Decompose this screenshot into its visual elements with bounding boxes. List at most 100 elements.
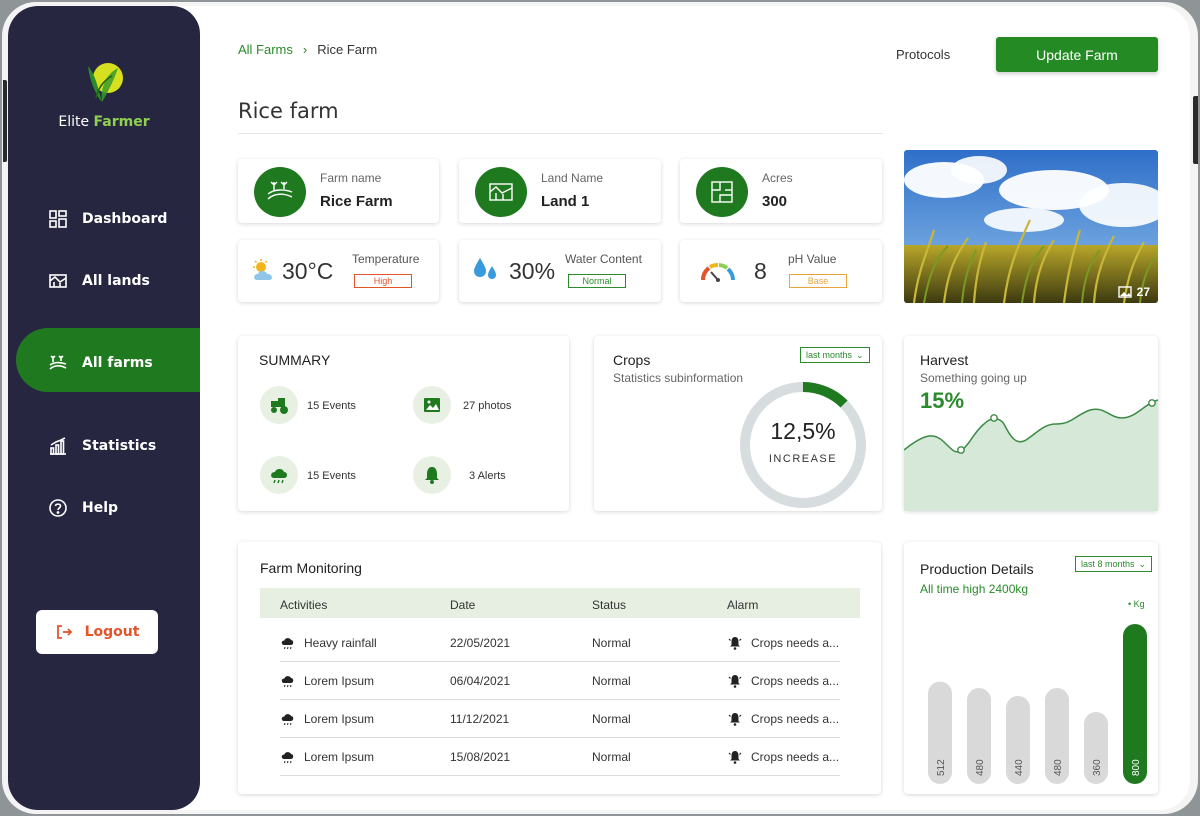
acres-label: Acres	[762, 171, 793, 185]
alarm-bell-icon	[728, 637, 742, 650]
date-cell: 06/04/2021	[450, 674, 511, 688]
bar-value-label: 512	[936, 759, 947, 776]
production-bar-chart: 512 480 440 480 360 800	[928, 624, 1147, 784]
farm-monitoring-title: Farm Monitoring	[260, 560, 362, 576]
lands-icon	[49, 274, 67, 288]
production-period-value: last 8 months	[1081, 559, 1135, 569]
land-name-card: Land Name Land 1	[459, 159, 661, 223]
sidebar-item-label: All lands	[82, 273, 150, 289]
table-header	[260, 588, 860, 618]
device-side-button	[1193, 96, 1198, 164]
bar-value-label: 360	[1092, 759, 1103, 776]
breadcrumb-current: Rice Farm	[317, 42, 378, 57]
active-curve-top	[158, 292, 200, 332]
water-content-value: 30%	[509, 258, 556, 284]
crops-period-dropdown[interactable]: last months ⌄	[800, 347, 870, 363]
logout-button[interactable]: Logout	[36, 610, 158, 654]
summary-events-text-2: 15 Events	[307, 470, 356, 482]
floor-plan-icon	[696, 167, 748, 217]
brand-name-part1: Elite	[58, 114, 90, 130]
bar-value-label: 480	[975, 759, 986, 776]
alarm-cell: Crops needs a...	[751, 712, 840, 726]
farm-name-label: Farm name	[320, 171, 382, 185]
chevron-down-icon: ⌄	[1138, 558, 1147, 569]
chevron-down-icon: ⌄	[856, 349, 864, 360]
date-cell: 22/05/2021	[450, 636, 511, 650]
alarm-bell-icon	[728, 675, 742, 688]
statistics-icon	[50, 437, 66, 455]
crops-subtitle: Statistics subinformation	[613, 371, 744, 385]
farm-field-icon	[254, 167, 306, 217]
alarm-bell-icon	[728, 713, 742, 726]
sidebar-item-statistics[interactable]: Statistics	[48, 431, 156, 461]
crops-increase-value: 12,5%	[770, 418, 836, 444]
farm-name-card: Farm name Rice Farm	[238, 159, 439, 223]
gallery-icon	[1117, 286, 1132, 298]
date-cell: 15/08/2021	[450, 750, 511, 764]
summary-title: SUMMARY	[259, 352, 331, 368]
rain-cloud-icon	[281, 714, 294, 726]
production-legend: • Kg	[1128, 599, 1145, 609]
activity-cell: Lorem Ipsum	[304, 750, 375, 764]
water-content-card: 30% Water Content Normal	[459, 240, 661, 302]
table-row[interactable]: Heavy rainfall 22/05/2021 Normal Crops n…	[280, 624, 840, 662]
harvest-area-chart	[904, 399, 1158, 511]
status-cell: Normal	[592, 712, 631, 726]
production-title: Production Details	[920, 561, 1034, 577]
water-content-status-badge: Normal	[568, 274, 626, 288]
harvest-point	[990, 414, 998, 422]
land-plot-icon	[475, 167, 527, 217]
title-divider	[238, 133, 883, 134]
production-period-dropdown[interactable]: last 8 months ⌄	[1075, 556, 1153, 572]
crops-card: Crops Statistics subinformation last mon…	[594, 336, 882, 511]
table-row[interactable]: Lorem Ipsum 06/04/2021 Normal Crops need…	[280, 662, 840, 700]
table-row[interactable]: Lorem Ipsum 15/08/2021 Normal Crops need…	[280, 738, 840, 776]
crops-increase-label: INCREASE	[768, 453, 838, 465]
sidebar-item-dashboard[interactable]: Dashboard	[48, 204, 167, 234]
harvest-point	[1148, 399, 1156, 407]
dashboard-icon	[49, 210, 67, 228]
breadcrumb: All Farms › Rice Farm	[238, 42, 377, 57]
sidebar-item-all-farms[interactable]: All farms	[48, 348, 153, 378]
farm-photo[interactable]: 27	[904, 150, 1158, 303]
device-frame: Elite Farmer Dashboard All lands All far…	[2, 2, 1198, 814]
photo-count: 27	[1117, 285, 1150, 299]
crops-progress-ring	[740, 382, 866, 508]
status-cell: Normal	[592, 674, 631, 688]
bell-icon	[413, 456, 451, 494]
chevron-right-icon: ›	[302, 42, 308, 57]
farm-monitoring-card: Farm Monitoring Activities Date Status A…	[238, 542, 881, 794]
alarm-cell: Crops needs a...	[751, 750, 840, 764]
logout-label: Logout	[84, 624, 140, 640]
page-title: Rice farm	[238, 99, 339, 123]
land-name-value: Land 1	[541, 193, 590, 210]
sidebar-item-help[interactable]: Help	[48, 493, 118, 523]
tractor-icon	[260, 386, 298, 424]
breadcrumb-link-all-farms[interactable]: All Farms	[238, 42, 293, 57]
sidebar: Elite Farmer Dashboard All lands All far…	[8, 6, 200, 810]
activity-cell: Heavy rainfall	[304, 636, 377, 650]
ph-status-badge: Base	[789, 274, 847, 288]
protocols-link[interactable]: Protocols	[896, 47, 950, 62]
summary-photos-text: 27 photos	[463, 400, 512, 412]
update-farm-button[interactable]: Update Farm	[996, 37, 1158, 72]
acres-card: Acres 300	[680, 159, 882, 223]
active-curve-bottom	[158, 388, 200, 428]
status-cell: Normal	[592, 750, 631, 764]
production-details-card: Production Details All time high 2400kg …	[904, 542, 1158, 794]
water-drops-icon	[474, 258, 496, 279]
alarm-cell: Crops needs a...	[751, 636, 840, 650]
harvest-subtitle: Something going up	[920, 371, 1027, 385]
sidebar-item-label: All farms	[82, 355, 153, 371]
harvest-point	[957, 446, 965, 454]
photos-icon	[413, 386, 451, 424]
photo-count-value: 27	[1136, 285, 1150, 299]
column-header-alarm: Alarm	[727, 598, 759, 612]
column-header-status: Status	[592, 598, 627, 612]
sidebar-item-all-lands[interactable]: All lands	[48, 266, 150, 296]
date-cell: 11/12/2021	[450, 712, 510, 726]
crops-period-value: last months	[806, 350, 853, 360]
crops-title: Crops	[613, 352, 651, 368]
farm-name-value: Rice Farm	[320, 193, 393, 210]
table-row[interactable]: Lorem Ipsum 11/12/2021 Normal Crops need…	[280, 700, 840, 738]
